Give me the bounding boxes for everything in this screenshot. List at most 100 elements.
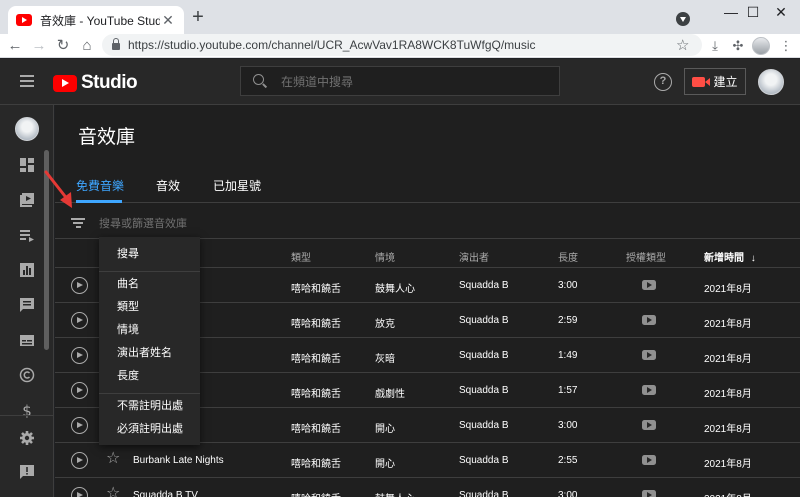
play-icon[interactable] [71,452,88,469]
address-bar[interactable]: https://studio.youtube.com/channel/UCR_A… [102,34,702,56]
youtube-license-icon [642,280,656,290]
help-icon[interactable]: ? [654,73,672,91]
channel-search-input[interactable]: 在頻道中搜尋 [240,66,560,96]
youtube-license-icon [642,420,656,430]
close-window-button[interactable]: ✕ [758,0,800,28]
track-genre: 嘻哈和饒舌 [291,459,341,470]
column-date-added[interactable]: 新增時間 ↓ [704,249,756,264]
tab-close-icon[interactable]: ✕ [160,12,176,29]
track-title: Burbank Late Nights [133,455,224,466]
playlists-icon[interactable] [19,227,35,243]
extensions-puzzle-icon[interactable]: ✣ [728,36,748,56]
track-date-added: 2021年8月 [704,319,752,330]
menu-item-title[interactable]: 曲名 [99,273,200,295]
filter-bar[interactable]: 搜尋或篩選音效庫 [55,204,800,239]
sort-down-arrow-icon: ↓ [750,253,756,264]
menu-item-attribution-required[interactable]: 必須註明出處 [99,418,200,440]
column-duration[interactable]: 長度 [558,249,578,264]
browser-tabstrip: 音效庫 - YouTube Studio ✕ + — ☐ ✕ [0,0,800,34]
track-genre: 嘻哈和饒舌 [291,354,341,365]
table-row[interactable]: ☆ Squadda B TV 嘻哈和饒舌 鼓舞人心 Squadda B 3:00 2021年… [55,478,800,497]
column-mood[interactable]: 情境 [375,249,395,264]
subtitles-icon[interactable] [19,332,35,348]
studio-logo-text: Studio [81,72,138,93]
play-icon[interactable] [71,382,88,399]
active-tab-indicator [76,200,122,203]
reload-icon[interactable]: ↻ [52,35,74,57]
track-mood: 灰暗 [375,354,395,365]
content-icon[interactable] [19,192,35,208]
tab-starred[interactable]: 已加星號 [213,177,261,194]
account-avatar[interactable] [758,69,784,95]
track-duration: 2:59 [558,315,578,326]
tab-free-music[interactable]: 免費音樂 [76,177,124,194]
play-icon[interactable] [71,417,88,434]
youtube-license-icon [642,350,656,360]
filter-dropdown-menu: 搜尋 曲名 類型 情境 演出者姓名 長度 不需註明出處 必須註明出處 [99,237,200,445]
track-genre: 嘻哈和饒舌 [291,490,341,497]
copyright-icon[interactable] [19,367,35,383]
play-icon[interactable] [71,312,88,329]
track-artist[interactable]: Squadda B [459,280,509,291]
browser-tab[interactable]: 音效庫 - YouTube Studio ✕ [8,6,184,34]
bookmark-star-icon[interactable]: ☆ [676,35,689,57]
dashboard-icon[interactable] [19,157,35,173]
play-icon[interactable] [71,347,88,364]
star-icon[interactable]: ☆ [106,485,120,497]
play-icon[interactable] [71,487,88,497]
channel-search-placeholder: 在頻道中搜尋 [281,74,354,89]
download-icon[interactable]: ⤓ [705,36,725,56]
hamburger-menu-icon[interactable] [20,75,34,87]
browser-tab-title: 音效庫 - YouTube Studio [40,13,160,28]
create-button[interactable]: 建立 [684,68,746,95]
menu-divider [99,393,200,394]
track-genre: 嘻哈和饒舌 [291,284,341,295]
track-artist[interactable]: Squadda B [459,490,509,497]
column-artist[interactable]: 演出者 [459,249,489,264]
track-duration: 3:00 [558,420,578,431]
track-artist[interactable]: Squadda B [459,455,509,466]
track-genre: 嘻哈和饒舌 [291,424,341,435]
play-icon[interactable] [71,277,88,294]
back-arrow-icon[interactable]: ← [4,35,26,57]
column-genre[interactable]: 類型 [291,249,311,264]
track-duration: 1:57 [558,385,578,396]
feedback-icon[interactable] [19,464,35,480]
table-row[interactable]: ☆ Burbank Late Nights 嘻哈和饒舌 開心 Squadda B 2:55… [55,443,800,478]
browser-toolbar: ← → ↻ ⌂ https://studio.youtube.com/chann… [0,34,800,58]
forward-arrow-icon[interactable]: → [28,35,50,57]
comments-icon[interactable] [19,297,35,313]
menu-item-mood[interactable]: 情境 [99,319,200,341]
menu-item-no-attribution[interactable]: 不需註明出處 [99,395,200,417]
track-mood: 鼓舞人心 [375,284,415,295]
new-tab-button[interactable]: + [188,7,208,28]
track-mood: 戲劇性 [375,389,405,400]
menu-item-artist-name[interactable]: 演出者姓名 [99,342,200,364]
track-artist[interactable]: Squadda B [459,385,509,396]
youtube-license-icon [642,490,656,497]
tab-search-icon[interactable] [676,12,690,26]
column-license-type[interactable]: 授權類型 [626,249,666,264]
menu-item-duration[interactable]: 長度 [99,365,200,387]
youtube-license-icon [642,455,656,465]
studio-logo[interactable]: Studio [53,72,138,94]
filter-placeholder: 搜尋或篩選音效庫 [99,218,187,230]
track-artist[interactable]: Squadda B [459,315,509,326]
sidebar: $ [0,105,54,497]
browser-profile-avatar[interactable] [752,37,770,55]
track-artist[interactable]: Squadda B [459,420,509,431]
track-artist[interactable]: Squadda B [459,350,509,361]
menu-item-genre[interactable]: 類型 [99,296,200,318]
settings-gear-icon[interactable] [19,430,35,446]
channel-avatar[interactable] [15,117,39,141]
home-icon[interactable]: ⌂ [76,35,98,57]
sidebar-divider [0,415,54,416]
star-icon[interactable]: ☆ [106,450,120,468]
tab-sound-effects[interactable]: 音效 [156,177,180,194]
menu-item-search[interactable]: 搜尋 [99,243,200,265]
browser-menu-icon[interactable]: ⋮ [776,36,796,56]
track-date-added: 2021年8月 [704,354,752,365]
filter-icon[interactable] [71,218,85,228]
annotation-arrow-icon [44,170,72,208]
analytics-icon[interactable] [19,262,35,278]
